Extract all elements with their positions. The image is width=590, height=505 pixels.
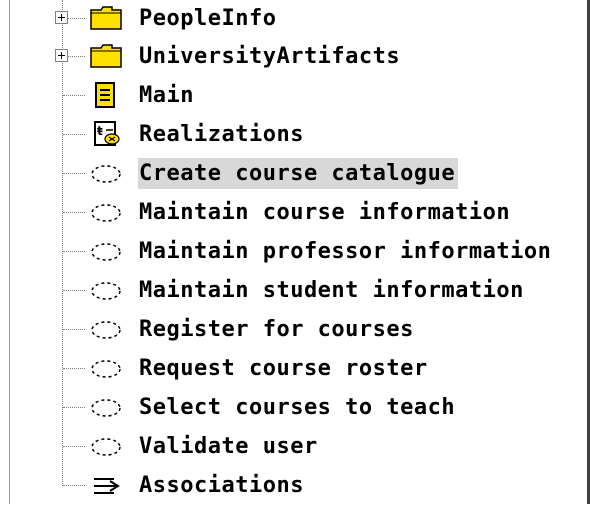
tree-item-label: PeopleInfo (139, 6, 277, 31)
associations-icon (94, 478, 120, 494)
tree-item-maintain-course-information[interactable]: Maintain course information (0, 193, 587, 232)
tree-item-main[interactable]: Main (0, 76, 587, 115)
realization-diagram-icon: ŧ (94, 121, 120, 146)
tree-item-maintain-professor-information[interactable]: Maintain professor information (0, 232, 587, 271)
tree-item-label: Maintain course information (139, 200, 511, 225)
tree-item-label: Maintain student information (139, 278, 524, 303)
tree-item-label: Create course catalogue (138, 158, 459, 189)
tree-item-register-for-courses[interactable]: Register for courses (0, 310, 587, 349)
tree-item-label: Associations (139, 473, 304, 498)
model-tree: PeopleInfo UniversityArtifacts Main ŧ Re… (0, 0, 587, 504)
tree-item-label: Select courses to teach (139, 395, 456, 420)
tree-item-label: Validate user (139, 434, 318, 459)
tree-item-label: Register for courses (139, 317, 414, 342)
tree-item-maintain-student-information[interactable]: Maintain student information (0, 271, 587, 310)
tree-item-create-course-catalogue[interactable]: Create course catalogue (0, 154, 587, 193)
use-case-icon (91, 360, 121, 378)
expand-icon[interactable] (55, 49, 68, 62)
tree-item-label: Main (139, 83, 194, 108)
tree-item-associations[interactable]: Associations (0, 466, 587, 505)
folder-icon (90, 44, 122, 68)
use-case-icon (91, 204, 121, 222)
tree-item-validate-user[interactable]: Validate user (0, 427, 587, 466)
tree-item-realizations[interactable]: ŧ Realizations (0, 115, 587, 154)
use-case-icon (91, 243, 121, 261)
use-case-icon (91, 282, 121, 300)
use-case-icon (91, 399, 121, 417)
use-case-icon (91, 321, 121, 339)
tree-item-label: Maintain professor information (139, 239, 552, 264)
expand-icon[interactable] (55, 11, 68, 24)
tree-item-universityartifacts[interactable]: UniversityArtifacts (0, 37, 587, 76)
tree-item-label: Request course roster (139, 356, 428, 381)
tree-item-select-courses-to-teach[interactable]: Select courses to teach (0, 388, 587, 427)
tree-item-label: Realizations (139, 122, 304, 147)
tree-item-request-course-roster[interactable]: Request course roster (0, 349, 587, 388)
folder-icon (90, 6, 122, 30)
tree-item-peopleinfo[interactable]: PeopleInfo (0, 0, 587, 38)
svg-text:ŧ: ŧ (97, 124, 103, 138)
use-case-icon (91, 165, 121, 183)
diagram-icon (95, 82, 115, 108)
tree-item-label: UniversityArtifacts (139, 44, 401, 69)
use-case-icon (91, 438, 121, 456)
